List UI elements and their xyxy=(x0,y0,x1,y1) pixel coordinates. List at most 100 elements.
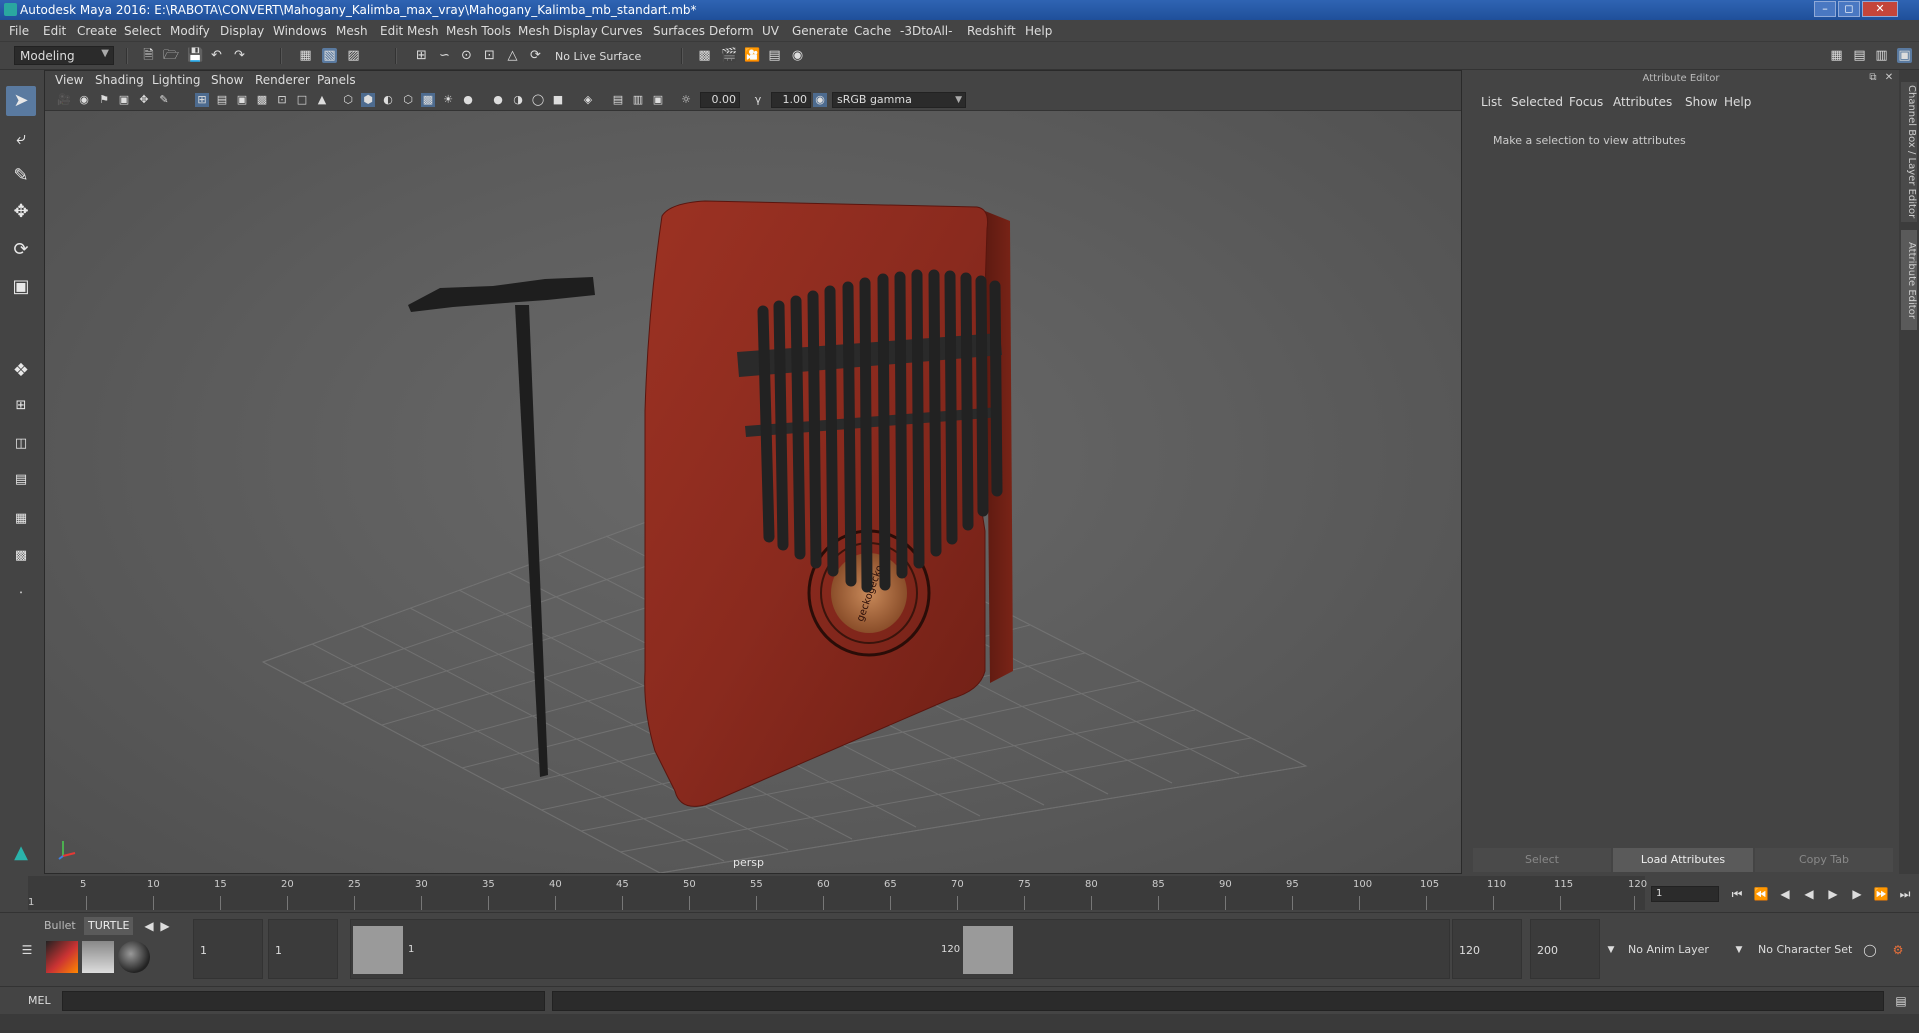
ae-tab-focus[interactable]: Focus xyxy=(1569,95,1603,109)
mel-label[interactable]: MEL xyxy=(28,994,51,1007)
shelf-menu-icon[interactable]: ☰ xyxy=(18,941,36,959)
shadows-icon[interactable]: ● xyxy=(461,93,475,107)
scale-tool-icon[interactable]: ▣ xyxy=(6,272,36,302)
menu-create[interactable]: Create xyxy=(77,24,117,38)
viewport-panel[interactable]: View Shading Lighting Show Renderer Pane… xyxy=(44,70,1462,874)
menu-mesh-display[interactable]: Mesh Display xyxy=(518,24,598,38)
rotate-tool-icon[interactable]: ⟳ xyxy=(6,235,36,265)
time-slider[interactable]: 1 5 10 15 20 25 30 35 40 45 50 55 60 65 … xyxy=(0,876,1919,912)
menu-curves[interactable]: Curves xyxy=(601,24,643,38)
grease-pencil-icon[interactable]: ✎ xyxy=(157,93,171,107)
ae-tab-list[interactable]: List xyxy=(1481,95,1502,109)
character-set-dropdown[interactable]: No Character Set xyxy=(1758,943,1852,956)
copy-tab-button[interactable]: Copy Tab xyxy=(1755,848,1893,872)
vp-menu-panels[interactable]: Panels xyxy=(317,73,356,87)
menu-select[interactable]: Select xyxy=(124,24,161,38)
menu-edit[interactable]: Edit xyxy=(43,24,66,38)
camera-select-icon[interactable]: 🎥 xyxy=(57,93,71,107)
menu-cache[interactable]: Cache xyxy=(854,24,891,38)
exposure-icon[interactable]: ☼ xyxy=(679,93,693,107)
wireframe-icon[interactable]: ⬡ xyxy=(341,93,355,107)
close-panel-icon[interactable]: ✕ xyxy=(1883,72,1895,84)
screen-space-ao-icon[interactable]: ● xyxy=(491,93,505,107)
multisample-aa-icon[interactable]: ◯ xyxy=(531,93,545,107)
step-back-key-icon[interactable]: ⏪ xyxy=(1752,885,1770,903)
vp-menu-view[interactable]: View xyxy=(55,73,83,87)
smooth-shade-icon[interactable]: ⬢ xyxy=(361,93,375,107)
default-lighting-icon[interactable]: ◐ xyxy=(381,93,395,107)
playback-start-field[interactable]: 1 xyxy=(268,919,338,979)
shelf-tab-turtle[interactable]: TURTLE xyxy=(84,917,134,935)
anim-layer-dropdown[interactable]: No Anim Layer xyxy=(1628,943,1709,956)
vp-menu-lighting[interactable]: Lighting xyxy=(152,73,201,87)
snap-live-icon[interactable]: ⟳ xyxy=(528,48,543,63)
textured-icon[interactable]: ▩ xyxy=(421,93,435,107)
menu-redshift[interactable]: Redshift xyxy=(967,24,1016,38)
auto-key-icon[interactable]: ◯ xyxy=(1861,941,1879,959)
menu-set-dropdown[interactable]: Modeling ▼ xyxy=(14,46,114,65)
step-forward-frame-icon[interactable]: ▶ xyxy=(1848,885,1866,903)
menu-mesh[interactable]: Mesh xyxy=(336,24,368,38)
snap-surface-icon[interactable]: △ xyxy=(505,48,520,63)
turtle-material-icon[interactable] xyxy=(118,941,150,973)
save-scene-icon[interactable]: 💾 xyxy=(187,48,203,63)
select-object-icon[interactable]: ▧ xyxy=(322,48,337,63)
ae-tab-attributes[interactable]: Attributes xyxy=(1613,95,1672,109)
range-start-handle[interactable] xyxy=(353,926,403,974)
play-forward-icon[interactable]: ▶ xyxy=(1824,885,1842,903)
animation-end-field[interactable]: 200 xyxy=(1530,919,1600,979)
menu-display[interactable]: Display xyxy=(220,24,264,38)
undo-icon[interactable]: ↶ xyxy=(209,48,224,63)
image-plane-icon[interactable]: ▣ xyxy=(117,93,131,107)
menu-windows[interactable]: Windows xyxy=(273,24,327,38)
animation-prefs-icon[interactable]: ⚙ xyxy=(1889,941,1907,959)
menu-deform[interactable]: Deform xyxy=(709,24,754,38)
ipr-render-icon[interactable]: 🎦 xyxy=(744,48,760,63)
gate-mask-icon[interactable]: ▩ xyxy=(255,93,269,107)
render-view-icon[interactable]: ▤ xyxy=(767,48,782,63)
view-transform-dropdown[interactable]: sRGB gamma ▼ xyxy=(832,92,966,108)
tool-settings-toggle-icon[interactable]: ▥ xyxy=(1874,48,1889,63)
attribute-editor-toggle-icon[interactable]: ▤ xyxy=(1852,48,1867,63)
outliner-layout-icon[interactable]: ▤ xyxy=(6,470,36,490)
attribute-editor-tab[interactable]: Attribute Editor xyxy=(1901,230,1917,330)
chevron-down-icon[interactable]: ▼ xyxy=(1602,941,1620,959)
render-settings-icon[interactable]: ▩ xyxy=(697,48,712,63)
go-to-start-icon[interactable]: ⏮ xyxy=(1728,885,1746,903)
select-component-icon[interactable]: ▨ xyxy=(346,48,361,63)
menu-surfaces[interactable]: Surfaces xyxy=(653,24,705,38)
use-all-lights-icon[interactable]: ☀ xyxy=(441,93,455,107)
soft-select-icon[interactable]: ❖ xyxy=(6,356,36,386)
turtle-baking-icon[interactable] xyxy=(82,941,114,973)
depth-of-field-icon[interactable]: ■ xyxy=(551,93,565,107)
four-view-layout-icon[interactable]: ⊞ xyxy=(6,396,36,416)
menu-edit-mesh[interactable]: Edit Mesh xyxy=(380,24,439,38)
snap-view-icon[interactable]: ⊡ xyxy=(482,48,497,63)
snap-grid-icon[interactable]: ⊞ xyxy=(414,48,429,63)
color-management-icon[interactable]: ◉ xyxy=(813,93,827,107)
move-tool-icon[interactable]: ✥ xyxy=(6,197,36,227)
render-layout-icon[interactable]: ▩ xyxy=(6,546,36,566)
ae-tab-selected[interactable]: Selected xyxy=(1511,95,1563,109)
go-to-end-icon[interactable]: ⏭ xyxy=(1896,885,1914,903)
shelf-scroll-right-icon[interactable]: ▶ xyxy=(156,917,174,935)
select-button[interactable]: Select xyxy=(1473,848,1611,872)
playback-end-field[interactable]: 120 xyxy=(1452,919,1522,979)
safe-action-icon[interactable]: □ xyxy=(295,93,309,107)
wireframe-on-shaded-icon[interactable]: ⬡ xyxy=(401,93,415,107)
menu-help[interactable]: Help xyxy=(1025,24,1052,38)
menu-file[interactable]: File xyxy=(9,24,29,38)
isolate-select-icon[interactable]: ◈ xyxy=(581,93,595,107)
script-editor-icon[interactable]: ▤ xyxy=(1892,992,1910,1010)
menu-generate[interactable]: Generate xyxy=(792,24,848,38)
mel-command-input[interactable] xyxy=(62,991,545,1011)
exposure-field[interactable]: 0.00 xyxy=(700,92,740,108)
paint-select-icon[interactable]: ✎ xyxy=(6,161,36,191)
film-gate-icon[interactable]: ▤ xyxy=(215,93,229,107)
two-d-pan-icon[interactable]: ✥ xyxy=(137,93,151,107)
new-scene-icon[interactable]: 🗎 xyxy=(141,48,156,63)
chevron-down-icon[interactable]: ▼ xyxy=(1730,941,1748,959)
motion-blur-icon[interactable]: ◑ xyxy=(511,93,525,107)
select-hierarchy-icon[interactable]: ▦ xyxy=(298,48,313,63)
live-surface-label[interactable]: No Live Surface xyxy=(555,50,641,63)
